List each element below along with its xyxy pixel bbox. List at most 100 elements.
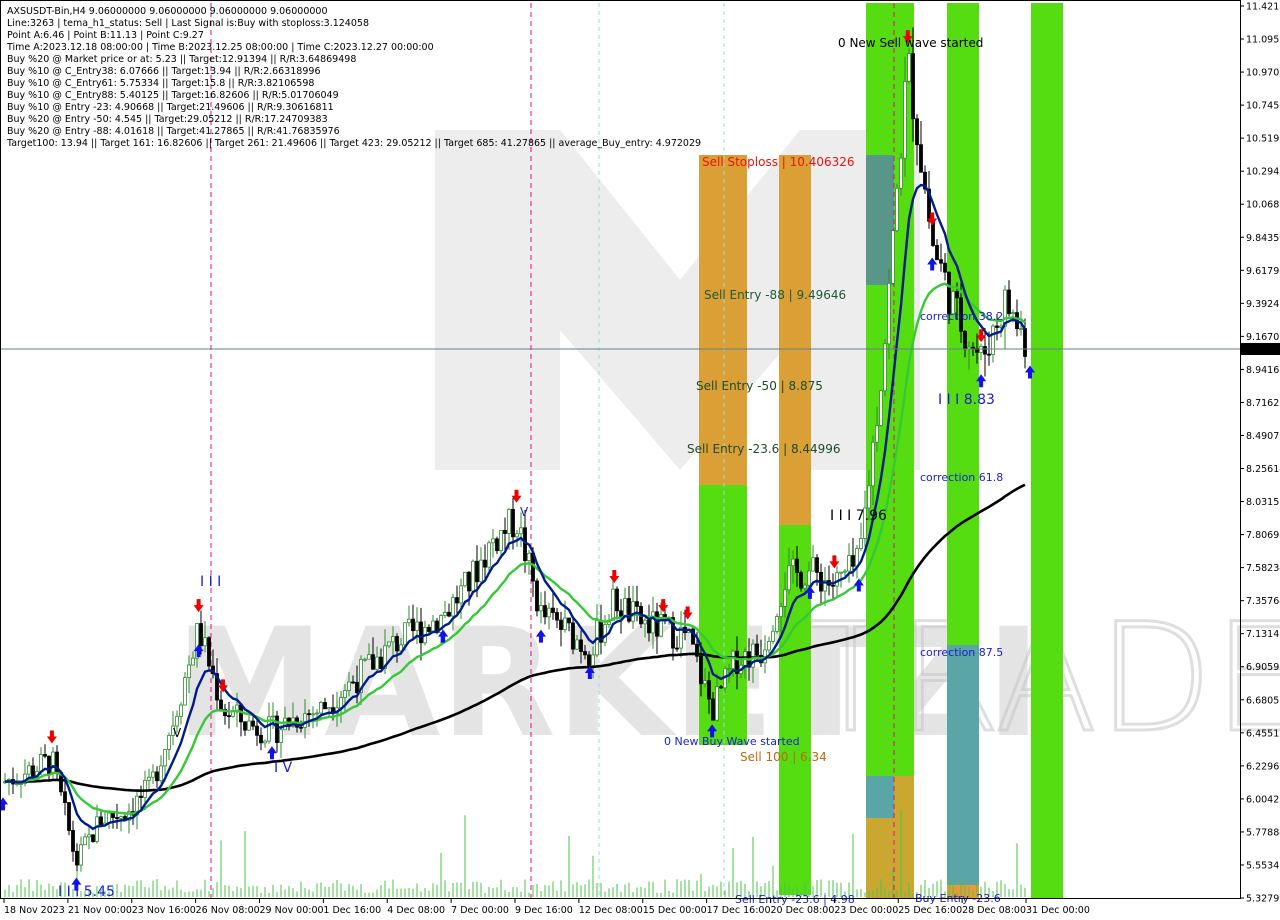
candle-body <box>883 343 887 392</box>
candle-body <box>935 245 939 261</box>
candle-body <box>539 605 543 612</box>
candle-body <box>899 157 903 189</box>
candle-body <box>619 610 623 617</box>
price-tick-label: 6.90596 <box>1246 662 1280 673</box>
sell-100-label: Sell 100 | 6.34 <box>740 750 827 764</box>
candle-body <box>71 830 75 852</box>
time-tick-label: 1 Dec 16:00 <box>323 905 381 916</box>
candle-body <box>479 559 483 583</box>
candle-body <box>471 560 475 592</box>
new-sell-wave-label: 0 New Sell wave started <box>838 36 983 50</box>
candle-body <box>155 771 159 782</box>
time-tick-label: 23 Nov 16:00 <box>132 905 196 916</box>
candle-body <box>543 605 547 618</box>
candle-body <box>551 607 555 613</box>
band-teal-mid <box>866 776 894 818</box>
sell-entry-88-label: Sell Entry -88 | 9.49646 <box>704 288 846 302</box>
candle-body <box>415 621 419 632</box>
candle-body <box>623 598 627 617</box>
candle-body <box>955 291 959 299</box>
candle-body <box>631 601 635 622</box>
wave-iii-label: I I I <box>200 574 221 590</box>
candle-body <box>655 611 659 637</box>
sell-entry-23-label: Sell Entry -23.6 | 8.44996 <box>687 442 841 456</box>
candle-body <box>731 650 735 669</box>
candle-body <box>491 538 495 544</box>
candle-body <box>355 681 359 694</box>
time-tick-label: 20 Dec 08:00 <box>771 905 835 916</box>
price-tick-label: 8.71621 <box>1246 398 1280 409</box>
candle-body <box>859 538 863 549</box>
candle-body <box>315 712 319 715</box>
time-tick-label: 31 Dec 00:00 <box>1026 905 1090 916</box>
candle-body <box>983 346 987 355</box>
candle-body <box>343 690 347 698</box>
candle-body <box>187 664 191 679</box>
candle-body <box>903 81 907 159</box>
candle-body <box>511 509 515 538</box>
candle-body <box>483 559 487 568</box>
candle-body <box>867 485 871 509</box>
candle-body <box>907 53 911 82</box>
candle-body <box>487 542 491 568</box>
candle-body <box>915 118 919 146</box>
candle-body <box>247 720 251 731</box>
candle-body <box>91 834 95 842</box>
candle-body <box>447 611 451 617</box>
candle-body <box>871 441 875 487</box>
price-tick-label: 7.13140 <box>1246 629 1280 640</box>
candle-body <box>147 776 151 781</box>
candle-body <box>547 607 551 618</box>
candle-body <box>499 529 503 552</box>
candle-body <box>507 509 511 534</box>
info-line-4: Time A:2023.12.18 08:00:00 | Time B:2023… <box>6 42 434 53</box>
candle-body <box>891 230 895 284</box>
price-tick-label: 6.45512 <box>1246 728 1280 739</box>
candle-body <box>271 715 275 718</box>
candle-body <box>851 555 855 567</box>
band-sell-orange-2 <box>779 155 811 525</box>
candle-body <box>831 584 835 587</box>
wave-796-label: I I I 7.96 <box>830 508 887 524</box>
candle-body <box>651 611 655 634</box>
candle-body <box>175 715 179 727</box>
price-tick-label: 6.68053 <box>1246 695 1280 706</box>
candle-body <box>919 144 923 173</box>
candle-body <box>635 601 639 607</box>
candle-body <box>799 572 803 589</box>
candle-body <box>1023 328 1027 357</box>
price-axis: 11.42130 11.09590 10.97050 10.74510 10.51970… <box>1240 2 1280 905</box>
candle-body <box>527 552 531 562</box>
candle-body <box>675 647 679 650</box>
candle-body <box>411 618 415 632</box>
candle-body <box>283 717 287 731</box>
price-tick-label: 10.29430 <box>1246 167 1280 178</box>
candle-body <box>775 616 779 632</box>
price-tick-label: 11.09590 <box>1246 35 1280 46</box>
candle-body <box>783 589 787 607</box>
candle-body <box>431 620 435 632</box>
chart-frame[interactable]: MARKETZI TRADE <box>0 0 1280 920</box>
candle-body <box>83 836 87 846</box>
candle-body <box>787 565 791 591</box>
sell-entry-50-label: Sell Entry -50 | 8.875 <box>696 379 823 393</box>
candle-body <box>563 617 567 630</box>
candle-body <box>167 735 171 750</box>
price-tick-label: 7.80698 <box>1246 530 1280 541</box>
price-tick-label: 10.97050 <box>1246 68 1280 79</box>
chart-canvas[interactable]: MARKETZI TRADE <box>0 0 1280 920</box>
candle-body <box>503 529 507 534</box>
candle-body <box>327 707 331 710</box>
candle-body <box>143 779 147 798</box>
candle-body <box>363 658 367 661</box>
candle-body <box>987 353 991 356</box>
price-tick-label: 8.94165 <box>1246 365 1280 376</box>
candle-body <box>1019 328 1023 330</box>
candle-body <box>835 572 839 587</box>
band-green-5 <box>1031 3 1063 898</box>
candle-body <box>111 812 115 818</box>
candle-body <box>995 325 999 328</box>
candle-body <box>571 622 575 650</box>
time-tick-label: 18 Nov 2023 <box>4 905 65 916</box>
candle-body <box>963 330 967 350</box>
